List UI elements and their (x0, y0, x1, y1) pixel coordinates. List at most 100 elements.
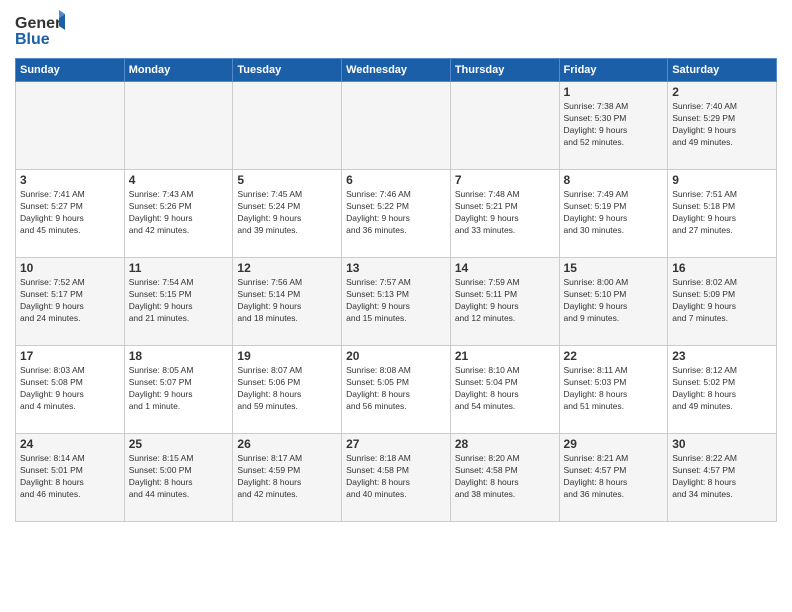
day-number: 28 (455, 437, 555, 451)
day-number: 22 (564, 349, 664, 363)
day-number: 25 (129, 437, 229, 451)
calendar-cell: 19 Sunrise: 8:07 AM Sunset: 5:06 PM Dayli… (233, 346, 342, 434)
day-number: 30 (672, 437, 772, 451)
day-info: Sunrise: 7:48 AM Sunset: 5:21 PM Dayligh… (455, 189, 555, 237)
calendar-cell: 12 Sunrise: 7:56 AM Sunset: 5:14 PM Dayli… (233, 258, 342, 346)
calendar-cell (450, 82, 559, 170)
header: General Blue (15, 10, 777, 50)
day-info: Sunrise: 8:17 AM Sunset: 4:59 PM Dayligh… (237, 453, 337, 501)
calendar-week-row: 17 Sunrise: 8:03 AM Sunset: 5:08 PM Dayli… (16, 346, 777, 434)
weekday-header-row: SundayMondayTuesdayWednesdayThursdayFrid… (16, 59, 777, 82)
day-info: Sunrise: 8:18 AM Sunset: 4:58 PM Dayligh… (346, 453, 446, 501)
calendar-cell: 23 Sunrise: 8:12 AM Sunset: 5:02 PM Dayli… (668, 346, 777, 434)
calendar-cell (16, 82, 125, 170)
day-info: Sunrise: 8:21 AM Sunset: 4:57 PM Dayligh… (564, 453, 664, 501)
calendar-cell: 1Sunrise: 7:38 AM Sunset: 5:30 PM Daylig… (559, 82, 668, 170)
calendar-cell: 20 Sunrise: 8:08 AM Sunset: 5:05 PM Dayli… (342, 346, 451, 434)
day-info: Sunrise: 8:14 AM Sunset: 5:01 PM Dayligh… (20, 453, 120, 501)
calendar-cell: 4Sunrise: 7:43 AM Sunset: 5:26 PM Daylig… (124, 170, 233, 258)
day-info: Sunrise: 8:15 AM Sunset: 5:00 PM Dayligh… (129, 453, 229, 501)
svg-text:Blue: Blue (15, 31, 50, 48)
day-info: Sunrise: 7:59 AM Sunset: 5:11 PM Dayligh… (455, 277, 555, 325)
calendar-cell: 26 Sunrise: 8:17 AM Sunset: 4:59 PM Dayli… (233, 434, 342, 522)
day-info: Sunrise: 8:00 AM Sunset: 5:10 PM Dayligh… (564, 277, 664, 325)
weekday-header: Tuesday (233, 59, 342, 82)
day-info: Sunrise: 8:08 AM Sunset: 5:05 PM Dayligh… (346, 365, 446, 413)
weekday-header: Friday (559, 59, 668, 82)
day-number: 2 (672, 85, 772, 99)
calendar-week-row: 24 Sunrise: 8:14 AM Sunset: 5:01 PM Dayli… (16, 434, 777, 522)
calendar-cell: 16 Sunrise: 8:02 AM Sunset: 5:09 PM Dayli… (668, 258, 777, 346)
day-number: 13 (346, 261, 446, 275)
day-info: Sunrise: 7:51 AM Sunset: 5:18 PM Dayligh… (672, 189, 772, 237)
day-number: 20 (346, 349, 446, 363)
weekday-header: Sunday (16, 59, 125, 82)
day-info: Sunrise: 8:02 AM Sunset: 5:09 PM Dayligh… (672, 277, 772, 325)
day-info: Sunrise: 8:07 AM Sunset: 5:06 PM Dayligh… (237, 365, 337, 413)
day-number: 5 (237, 173, 337, 187)
weekday-header: Thursday (450, 59, 559, 82)
calendar-cell: 13 Sunrise: 7:57 AM Sunset: 5:13 PM Dayli… (342, 258, 451, 346)
day-info: Sunrise: 7:54 AM Sunset: 5:15 PM Dayligh… (129, 277, 229, 325)
day-info: Sunrise: 8:12 AM Sunset: 5:02 PM Dayligh… (672, 365, 772, 413)
day-info: Sunrise: 7:57 AM Sunset: 5:13 PM Dayligh… (346, 277, 446, 325)
calendar-cell: 10Sunrise: 7:52 AM Sunset: 5:17 PM Dayli… (16, 258, 125, 346)
day-number: 7 (455, 173, 555, 187)
calendar-cell (124, 82, 233, 170)
day-number: 8 (564, 173, 664, 187)
day-number: 19 (237, 349, 337, 363)
svg-text:General: General (15, 15, 65, 32)
day-number: 26 (237, 437, 337, 451)
calendar-cell: 8 Sunrise: 7:49 AM Sunset: 5:19 PM Daylig… (559, 170, 668, 258)
day-number: 9 (672, 173, 772, 187)
calendar-cell: 15 Sunrise: 8:00 AM Sunset: 5:10 PM Dayli… (559, 258, 668, 346)
day-number: 1 (564, 85, 664, 99)
day-number: 21 (455, 349, 555, 363)
day-number: 12 (237, 261, 337, 275)
calendar-week-row: 3 Sunrise: 7:41 AM Sunset: 5:27 PM Daylig… (16, 170, 777, 258)
day-info: Sunrise: 8:20 AM Sunset: 4:58 PM Dayligh… (455, 453, 555, 501)
day-info: Sunrise: 7:41 AM Sunset: 5:27 PM Dayligh… (20, 189, 120, 237)
day-number: 29 (564, 437, 664, 451)
calendar-cell: 9 Sunrise: 7:51 AM Sunset: 5:18 PM Daylig… (668, 170, 777, 258)
calendar-week-row: 1Sunrise: 7:38 AM Sunset: 5:30 PM Daylig… (16, 82, 777, 170)
calendar-cell: 17 Sunrise: 8:03 AM Sunset: 5:08 PM Dayli… (16, 346, 125, 434)
calendar-cell: 24 Sunrise: 8:14 AM Sunset: 5:01 PM Dayli… (16, 434, 125, 522)
calendar-cell: 29 Sunrise: 8:21 AM Sunset: 4:57 PM Dayli… (559, 434, 668, 522)
day-number: 23 (672, 349, 772, 363)
logo-icon: General Blue (15, 10, 65, 50)
day-number: 15 (564, 261, 664, 275)
calendar-cell: 14 Sunrise: 7:59 AM Sunset: 5:11 PM Dayli… (450, 258, 559, 346)
calendar-cell: 25 Sunrise: 8:15 AM Sunset: 5:00 PM Dayli… (124, 434, 233, 522)
day-info: Sunrise: 8:03 AM Sunset: 5:08 PM Dayligh… (20, 365, 120, 413)
day-number: 14 (455, 261, 555, 275)
day-info: Sunrise: 7:56 AM Sunset: 5:14 PM Dayligh… (237, 277, 337, 325)
day-number: 18 (129, 349, 229, 363)
calendar-cell: 2Sunrise: 7:40 AM Sunset: 5:29 PM Daylig… (668, 82, 777, 170)
day-number: 11 (129, 261, 229, 275)
day-number: 3 (20, 173, 120, 187)
day-number: 24 (20, 437, 120, 451)
calendar-cell: 30 Sunrise: 8:22 AM Sunset: 4:57 PM Dayli… (668, 434, 777, 522)
calendar-cell: 3 Sunrise: 7:41 AM Sunset: 5:27 PM Daylig… (16, 170, 125, 258)
day-number: 17 (20, 349, 120, 363)
day-info: Sunrise: 8:22 AM Sunset: 4:57 PM Dayligh… (672, 453, 772, 501)
calendar-cell: 18 Sunrise: 8:05 AM Sunset: 5:07 PM Dayli… (124, 346, 233, 434)
calendar-cell: 6 Sunrise: 7:46 AM Sunset: 5:22 PM Daylig… (342, 170, 451, 258)
day-info: Sunrise: 7:46 AM Sunset: 5:22 PM Dayligh… (346, 189, 446, 237)
calendar-cell: 5 Sunrise: 7:45 AM Sunset: 5:24 PM Daylig… (233, 170, 342, 258)
calendar-cell: 28 Sunrise: 8:20 AM Sunset: 4:58 PM Dayli… (450, 434, 559, 522)
calendar-cell: 7 Sunrise: 7:48 AM Sunset: 5:21 PM Daylig… (450, 170, 559, 258)
day-number: 10 (20, 261, 120, 275)
day-number: 16 (672, 261, 772, 275)
day-number: 6 (346, 173, 446, 187)
weekday-header: Saturday (668, 59, 777, 82)
day-info: Sunrise: 7:45 AM Sunset: 5:24 PM Dayligh… (237, 189, 337, 237)
weekday-header: Wednesday (342, 59, 451, 82)
day-info: Sunrise: 7:49 AM Sunset: 5:19 PM Dayligh… (564, 189, 664, 237)
day-info: Sunrise: 7:43 AM Sunset: 5:26 PM Dayligh… (129, 189, 229, 237)
day-info: Sunrise: 8:05 AM Sunset: 5:07 PM Dayligh… (129, 365, 229, 413)
page: General Blue SundayMondayTuesdayWednesda… (0, 0, 792, 612)
day-info: Sunrise: 8:11 AM Sunset: 5:03 PM Dayligh… (564, 365, 664, 413)
calendar-cell: 11 Sunrise: 7:54 AM Sunset: 5:15 PM Dayli… (124, 258, 233, 346)
